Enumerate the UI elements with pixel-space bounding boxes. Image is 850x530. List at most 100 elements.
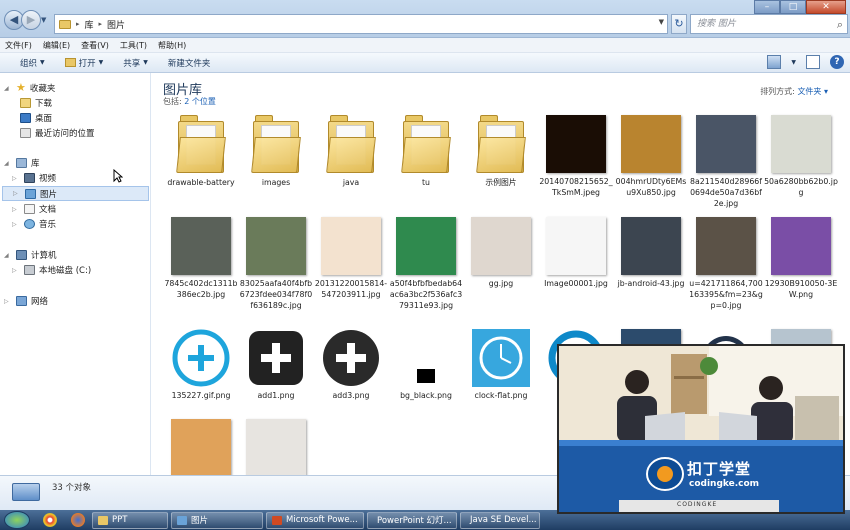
taskbar-item-slideshow[interactable]: PowerPoint 幻灯... — [367, 511, 457, 529]
file-item[interactable]: clock-flat.png — [464, 329, 538, 401]
file-item[interactable]: jb-android-43.jpg — [614, 217, 688, 289]
sidebar-item-music[interactable]: ▷ 音乐 — [12, 218, 56, 230]
taskbar-item-java[interactable]: Java SE Devel... — [460, 511, 540, 529]
file-item[interactable]: images — [239, 115, 313, 188]
computer-icon — [12, 483, 40, 501]
includes-locations-link[interactable]: 2 个位置 — [184, 97, 216, 106]
open-button[interactable]: 打开 ▼ — [55, 57, 114, 69]
firefox-icon[interactable] — [71, 513, 85, 527]
file-item[interactable]: tu — [389, 115, 463, 188]
menu-help[interactable]: 帮助(H) — [158, 40, 186, 51]
arrange-by-dropdown[interactable]: 文件夹 ▾ — [797, 87, 828, 96]
folder-icon — [59, 19, 71, 29]
sidebar-item-favorites[interactable]: ◢ ★ 收藏夹 — [4, 82, 55, 94]
file-item[interactable]: Image00001.jpg — [539, 217, 613, 289]
sidebar-item-desktop[interactable]: 桌面 — [20, 112, 52, 124]
open-folder-icon — [64, 58, 76, 67]
sidebar-item-network[interactable]: ▷ 网络 — [4, 295, 48, 307]
collapsed-triangle-icon[interactable]: ▷ — [4, 298, 12, 305]
menu-tools[interactable]: 工具(T) — [120, 40, 147, 51]
collapsed-triangle-icon[interactable]: ▷ — [12, 175, 20, 182]
taskbar-item-ppt[interactable]: PPT — [92, 511, 168, 529]
menu-file[interactable]: 文件(F) — [5, 40, 32, 51]
minimize-button[interactable]: – — [754, 0, 780, 14]
menu-view[interactable]: 查看(V) — [81, 40, 109, 51]
chrome-icon[interactable] — [43, 513, 57, 527]
file-item[interactable]: 50a6280bb62b0.jpg — [764, 115, 838, 198]
arrange-by: 排列方式: 文件夹 ▾ — [760, 86, 828, 97]
file-item[interactable]: 7845c402dc1311b386ec2b.jpg — [164, 217, 238, 300]
file-item[interactable] — [239, 419, 313, 475]
sidebar-item-local-disk[interactable]: ▷ 本地磁盘 (C:) — [12, 264, 91, 276]
new-folder-button[interactable]: 新建文件夹 — [158, 57, 221, 69]
view-dropdown-icon[interactable]: ▼ — [791, 59, 796, 66]
file-item[interactable]: drawable-battery — [164, 115, 238, 188]
close-button[interactable]: ✕ — [806, 0, 846, 14]
search-placeholder: 搜索 图片 — [697, 19, 736, 29]
chevron-right-icon[interactable]: ▸ — [99, 20, 103, 28]
sidebar-item-libraries[interactable]: ◢ 库 — [4, 157, 40, 169]
sidebar-item-pictures[interactable]: ▷ 图片 — [2, 186, 149, 201]
help-icon[interactable]: ? — [830, 55, 844, 69]
change-view-icon[interactable] — [767, 55, 782, 69]
collapsed-triangle-icon[interactable]: ▷ — [13, 190, 21, 197]
sidebar-item-downloads[interactable]: 下载 — [20, 97, 52, 109]
start-button[interactable] — [4, 511, 30, 529]
collapsed-triangle-icon[interactable]: ▷ — [12, 267, 20, 274]
file-item[interactable] — [164, 419, 238, 475]
address-field[interactable]: ▸ 库 ▸ 图片 ▼ — [54, 14, 668, 34]
folder-icon — [251, 115, 301, 173]
file-item[interactable]: add3.png — [314, 329, 388, 401]
expand-triangle-icon[interactable]: ◢ — [4, 252, 12, 259]
collapsed-triangle-icon[interactable]: ▷ — [12, 206, 20, 213]
folder-icon — [98, 515, 108, 525]
chevron-down-icon[interactable]: ▼ — [659, 18, 664, 26]
share-button[interactable]: 共享 ▼ — [113, 57, 158, 69]
organize-button[interactable]: 组织 ▼ — [10, 57, 55, 69]
search-input[interactable]: 搜索 图片 ⌕ — [690, 14, 848, 34]
file-name: u=421711864,700163395&fm=23&gp=0.jpg — [689, 279, 763, 310]
documents-icon — [24, 204, 35, 214]
refresh-button[interactable]: ↻ — [671, 14, 687, 34]
file-item[interactable]: java — [314, 115, 388, 188]
forward-button[interactable]: ▶ — [21, 10, 41, 30]
arrange-value: 文件夹 — [797, 87, 822, 96]
brand-url: codingke.com — [689, 479, 760, 489]
menu-edit[interactable]: 编辑(E) — [43, 40, 70, 51]
sidebar-item-videos[interactable]: ▷ 视频 — [12, 172, 56, 184]
expand-triangle-icon[interactable]: ◢ — [4, 160, 12, 167]
file-item[interactable]: gg.jpg — [464, 217, 538, 289]
file-item[interactable]: bg_black.png — [389, 329, 463, 401]
file-item[interactable]: 135227.gif.png — [164, 329, 238, 401]
file-item[interactable]: 20140708215652_TkSmM.jpeg — [539, 115, 613, 198]
sidebar-item-computer[interactable]: ◢ 计算机 — [4, 249, 57, 261]
sidebar-item-label: 文档 — [39, 205, 57, 215]
file-item[interactable]: add1.png — [239, 329, 313, 401]
folder-icon — [176, 115, 226, 173]
sidebar-item-label: 桌面 — [35, 114, 53, 124]
chevron-right-icon[interactable]: ▸ — [76, 20, 80, 28]
sidebar-item-recent[interactable]: 最近访问的位置 — [20, 127, 95, 139]
breadcrumb-pictures[interactable]: 图片 — [107, 18, 125, 31]
image-thumbnail — [546, 115, 606, 173]
file-item[interactable]: u=421711864,700163395&fm=23&gp=0.jpg — [689, 217, 763, 311]
collapsed-triangle-icon[interactable]: ▷ — [12, 221, 20, 228]
file-item[interactable]: a50f4bfbfbedab64ac6a3bc2f536afc379311e93… — [389, 217, 463, 311]
image-thumbnail — [621, 217, 681, 275]
recent-pages-dropdown[interactable]: ▼ — [41, 16, 46, 24]
breadcrumb-library[interactable]: 库 — [85, 18, 94, 31]
file-item[interactable]: 12930B910050-3EW.png — [764, 217, 838, 300]
maximize-button[interactable]: □ — [780, 0, 806, 14]
star-icon: ★ — [16, 81, 26, 94]
file-item[interactable]: 004hmrUDty6EMsu9Xu850.jpg — [614, 115, 688, 198]
preview-pane-icon[interactable] — [806, 55, 820, 69]
taskbar-item-pictures[interactable]: 图片 — [171, 511, 263, 529]
file-item[interactable]: 83025aafa40f4bfb6723fdee034f78f0f636189c… — [239, 217, 313, 311]
sidebar-item-documents[interactable]: ▷ 文档 — [12, 203, 56, 215]
file-item[interactable]: 20131220015814-547203911.jpg — [314, 217, 388, 300]
file-item[interactable]: 8a211540d28966f0694de50a7d36bf2e.jpg — [689, 115, 763, 209]
expand-triangle-icon[interactable]: ◢ — [4, 85, 12, 92]
taskbar-item-powerpoint[interactable]: Microsoft Powe... — [266, 511, 364, 529]
file-item[interactable]: 示例图片 — [464, 115, 538, 188]
folder-icon — [476, 115, 526, 173]
